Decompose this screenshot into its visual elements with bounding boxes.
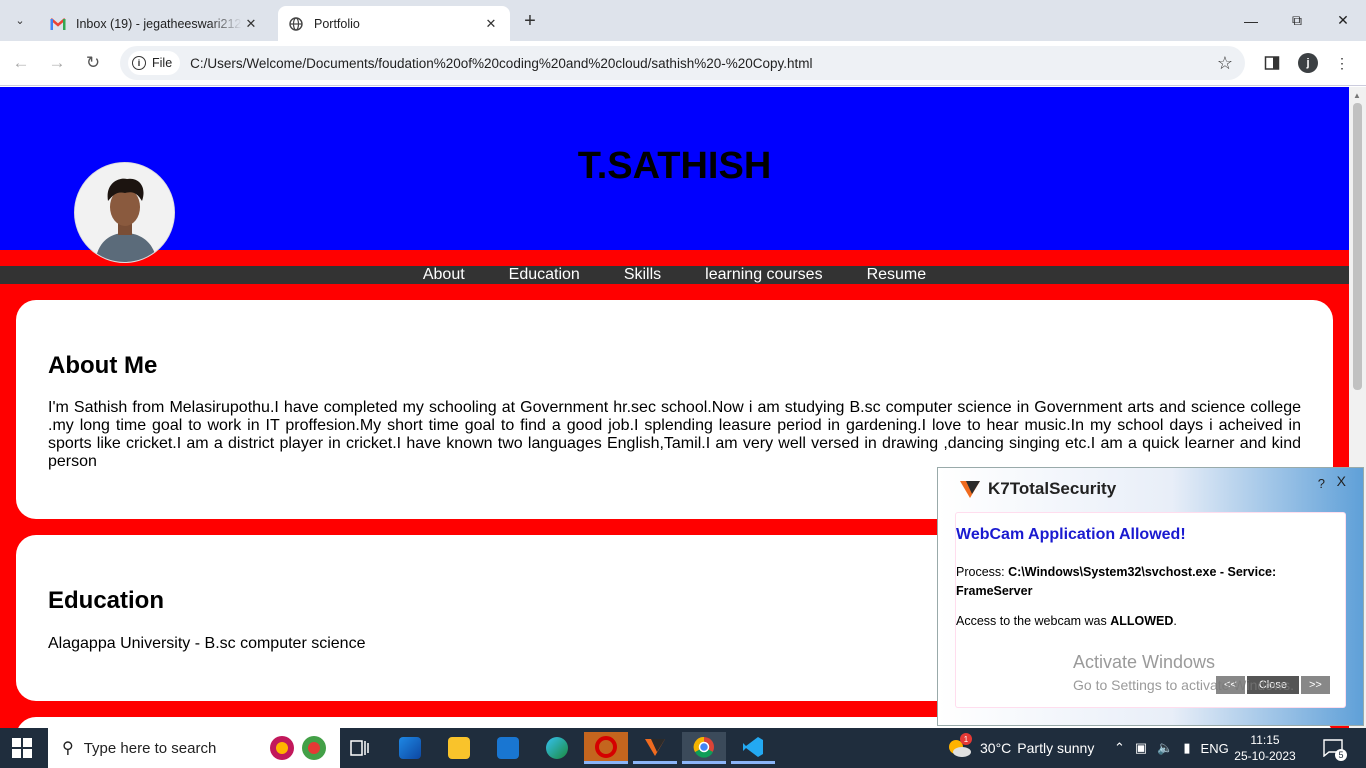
file-explorer-icon[interactable]: [437, 732, 481, 764]
menu-kebab-icon[interactable]: ⋮: [1330, 51, 1354, 75]
vscode-icon[interactable]: [731, 732, 775, 764]
browser-toolbar: ← → ↻ i File C:/Users/Welcome/Documents/…: [0, 41, 1366, 86]
tab-title: Inbox (19) - jegatheeswari212@: [76, 16, 242, 31]
site-header: T.SATHISH: [0, 87, 1349, 250]
bookmark-star-icon[interactable]: ☆: [1217, 53, 1233, 74]
nav-learning-courses[interactable]: learning courses: [683, 266, 844, 284]
profile-avatar[interactable]: j: [1296, 51, 1320, 75]
search-placeholder: Type here to search: [83, 739, 217, 757]
minimize-icon[interactable]: —: [1228, 0, 1274, 41]
scroll-up-icon[interactable]: ▲: [1353, 91, 1361, 100]
main-nav: About Education Skills learning courses …: [0, 266, 1349, 284]
tab-close-icon[interactable]: ✕: [242, 15, 260, 33]
education-text: Alagappa University - B.sc computer scie…: [48, 635, 366, 652]
watermark-line2: Go to Settings to activate Windows.: [1073, 677, 1294, 693]
tab-search-chevron-icon[interactable]: ⌄: [8, 8, 32, 32]
next-button[interactable]: >>: [1300, 676, 1330, 694]
weather-temp: 30°C: [980, 740, 1012, 756]
url-text[interactable]: C:/Users/Welcome/Documents/foudation%20o…: [190, 56, 812, 71]
tray-chevron-icon[interactable]: ⌃: [1114, 740, 1125, 756]
taskbar-search[interactable]: ⚲ Type here to search: [48, 728, 340, 768]
edge-icon[interactable]: [535, 732, 579, 764]
search-highlight-icon: [266, 734, 330, 766]
nav-about[interactable]: About: [401, 266, 487, 284]
watermark-line1: Activate Windows: [1073, 652, 1216, 672]
new-tab-plus-icon[interactable]: +: [518, 9, 542, 33]
process-info: Process: C:\Windows\System32\svchost.exe…: [956, 565, 1277, 598]
about-heading: About Me: [48, 352, 158, 379]
windows-taskbar: ⚲ Type here to search 1 30°C Partly sunn…: [0, 728, 1366, 768]
k7-taskbar-icon[interactable]: [633, 732, 677, 764]
k7-header: K7TotalSecurity: [958, 478, 1116, 500]
chip-label: File: [152, 56, 173, 70]
weather-sun-icon: 1: [946, 733, 972, 759]
access-info: Access to the webcam was ALLOWED.: [956, 614, 1177, 628]
tab-portfolio[interactable]: Portfolio ✕: [278, 6, 510, 41]
opera-icon[interactable]: [584, 732, 628, 764]
site-title: T.SATHISH: [577, 145, 772, 187]
mail-icon[interactable]: [486, 732, 530, 764]
gmail-icon: [50, 16, 66, 32]
scroll-thumb[interactable]: [1353, 103, 1362, 390]
tab-inbox[interactable]: Inbox (19) - jegatheeswari212@ ✕: [40, 6, 270, 41]
clock[interactable]: 11:15 25-10-2023: [1230, 732, 1300, 764]
weather-widget[interactable]: 1 30°C Partly sunny: [946, 728, 1094, 768]
profile-photo: [74, 162, 175, 263]
education-heading: Education: [48, 587, 165, 614]
task-view-icon[interactable]: [338, 732, 382, 764]
battery-icon[interactable]: ▮: [1183, 740, 1190, 756]
k7-logo-icon: [960, 481, 980, 498]
volume-icon[interactable]: 🔈: [1157, 740, 1173, 756]
notification-center-icon[interactable]: 5: [1322, 737, 1347, 761]
nav-skills[interactable]: Skills: [602, 266, 683, 284]
activate-windows-watermark: Activate Windows Go to Settings to activ…: [1073, 652, 1294, 693]
globe-icon: [288, 16, 304, 32]
network-icon[interactable]: ▣: [1135, 740, 1147, 756]
clock-time: 11:15: [1250, 733, 1280, 747]
about-text: I'm Sathish from Melasirupothu.I have co…: [48, 399, 1301, 470]
chrome-icon[interactable]: [682, 732, 726, 764]
restore-icon[interactable]: ⧉: [1274, 0, 1320, 41]
start-windows-icon[interactable]: [12, 738, 32, 758]
notification-count: 5: [1335, 749, 1347, 761]
language-indicator[interactable]: ENG: [1201, 741, 1229, 756]
reload-icon[interactable]: ↻: [80, 50, 106, 76]
side-panel-icon[interactable]: [1260, 51, 1284, 75]
help-icon[interactable]: ?: [1318, 476, 1325, 491]
forward-arrow-icon[interactable]: →: [44, 50, 70, 76]
browser-tab-strip: ⌄ Inbox (19) - jegatheeswari212@ ✕ Portf…: [0, 0, 1366, 41]
nav-resume[interactable]: Resume: [845, 266, 949, 284]
back-arrow-icon[interactable]: ←: [8, 50, 34, 76]
popup-close-icon[interactable]: X: [1337, 473, 1346, 489]
weather-desc: Partly sunny: [1017, 740, 1095, 756]
k7-brand: K7TotalSecurity: [988, 479, 1117, 498]
alert-title: WebCam Application Allowed!: [956, 526, 1186, 543]
info-icon: i: [132, 56, 146, 70]
address-bar[interactable]: i File C:/Users/Welcome/Documents/foudat…: [120, 46, 1245, 80]
system-tray: ⌃ ▣ 🔈 ▮ ENG: [1114, 728, 1229, 768]
nav-education[interactable]: Education: [487, 266, 602, 284]
store-icon[interactable]: [388, 732, 432, 764]
clock-date: 25-10-2023: [1234, 749, 1296, 763]
search-icon: ⚲: [62, 740, 74, 757]
site-info-chip[interactable]: i File: [128, 51, 181, 75]
window-close-icon[interactable]: ✕: [1320, 0, 1366, 41]
tab-close-icon[interactable]: ✕: [482, 15, 500, 33]
tab-title: Portfolio: [314, 16, 360, 31]
